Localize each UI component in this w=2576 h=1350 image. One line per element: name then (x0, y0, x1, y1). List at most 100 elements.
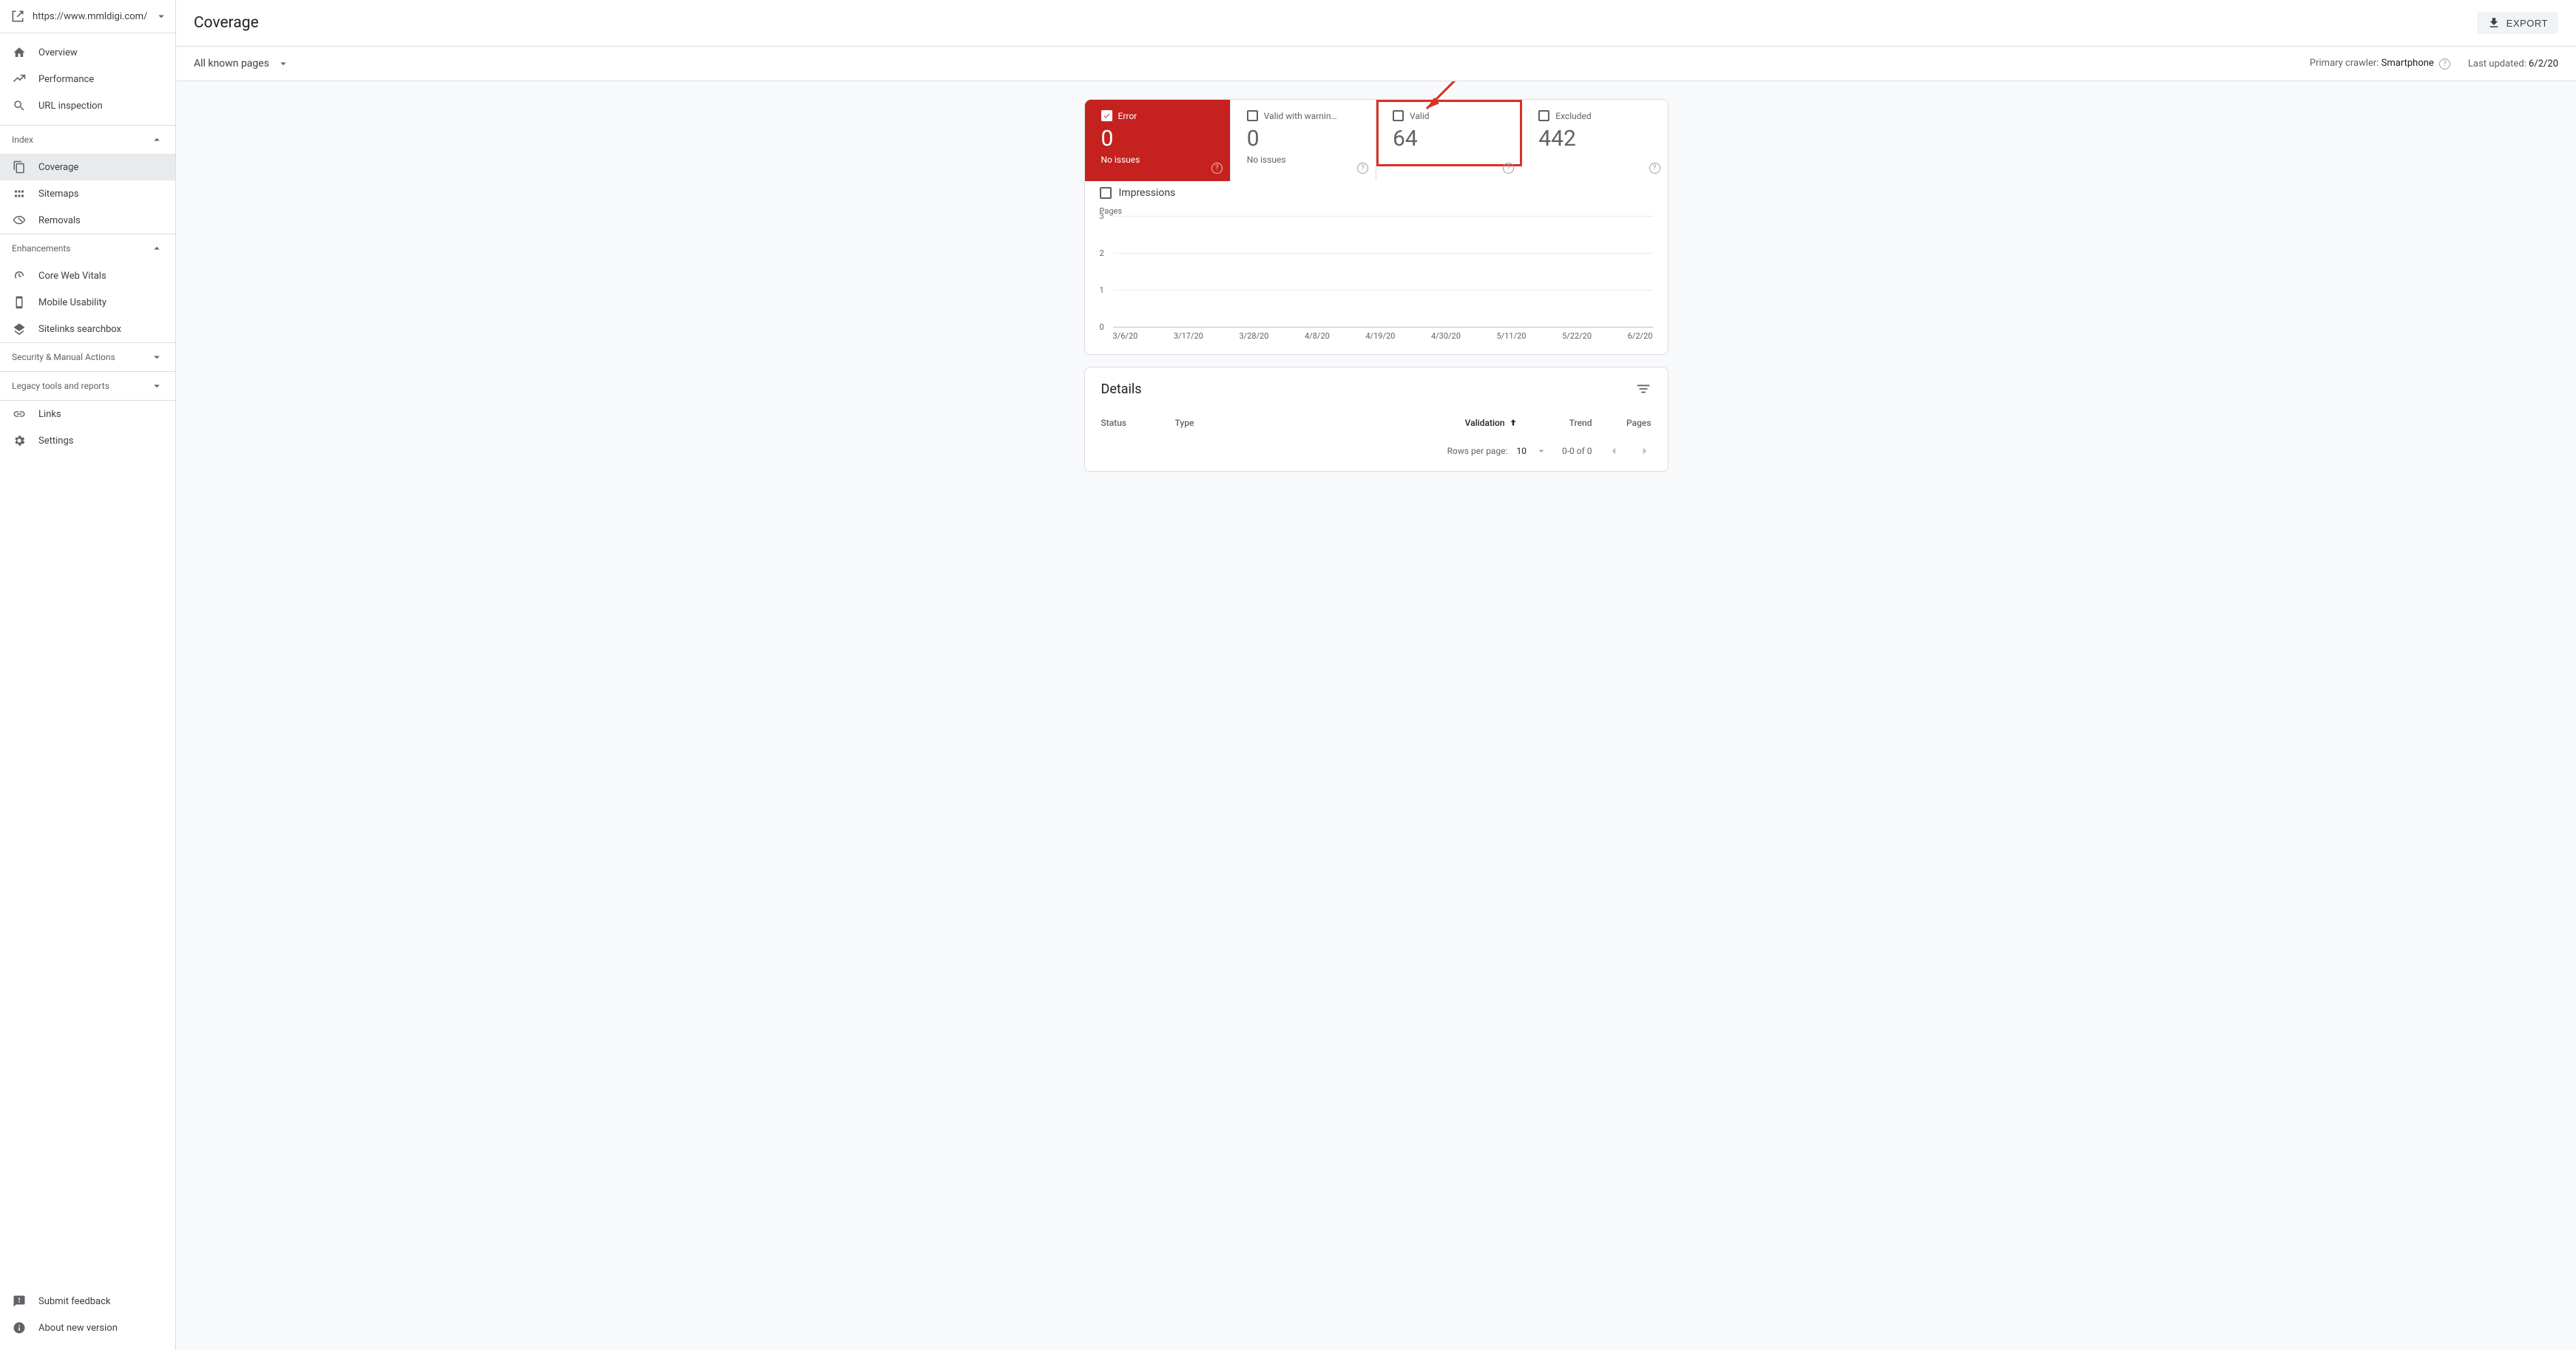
content: Error 0 No issues ? Valid with warnin… 0 (176, 81, 2576, 1350)
nav-overview[interactable]: Overview (0, 39, 175, 66)
sitemap-icon (12, 186, 27, 201)
help-icon[interactable]: ? (2439, 58, 2450, 69)
feedback-icon (12, 1294, 27, 1309)
chart-section: Impressions Pages 3 2 1 0 3/6/20 (1085, 181, 1668, 354)
col-trend[interactable]: Trend (1518, 418, 1592, 428)
sort-up-icon (1508, 418, 1518, 428)
nav-label: Settings (38, 435, 73, 447)
help-icon[interactable]: ? (1357, 163, 1368, 174)
pages-icon (12, 160, 27, 174)
nav-mobile-usability[interactable]: Mobile Usability (0, 289, 175, 316)
impressions-label: Impressions (1119, 187, 1176, 199)
details-title: Details (1101, 381, 1142, 397)
pages-filter[interactable]: All known pages (194, 57, 290, 70)
tab-sub: No issues (1101, 155, 1218, 165)
trending-icon (12, 72, 27, 87)
phone-icon (12, 295, 27, 310)
nav-section-legacy[interactable]: Legacy tools and reports (0, 371, 175, 400)
export-button[interactable]: EXPORT (2477, 12, 2558, 34)
last-updated: Last updated: 6/2/20 (2468, 58, 2558, 69)
chevron-down-icon (150, 350, 163, 364)
nav-about-new-version[interactable]: About new version (0, 1315, 175, 1341)
filter-icon[interactable] (1635, 381, 1652, 397)
speed-icon (12, 268, 27, 283)
nav-section-enhancements[interactable]: Enhancements (0, 234, 175, 262)
filter-bar: All known pages Primary crawler: Smartph… (176, 47, 2576, 81)
tab-valid[interactable]: Valid 64 ? (1376, 100, 1522, 166)
site-url: https://www.mmldigi.com/ (33, 11, 147, 22)
chevron-up-icon (150, 133, 163, 146)
chevron-down-icon (150, 379, 163, 393)
prev-page-button[interactable] (1607, 444, 1620, 458)
tab-error[interactable]: Error 0 No issues ? (1085, 100, 1231, 181)
tab-label: Valid (1410, 111, 1430, 121)
nav-label: URL inspection (38, 101, 103, 112)
section-title: Enhancements (12, 243, 71, 254)
next-page-button[interactable] (1638, 444, 1652, 458)
filter-meta: Primary crawler: Smartphone ? Last updat… (2310, 58, 2558, 69)
tab-excluded[interactable]: Excluded 442 ? (1522, 100, 1667, 181)
tab-value: 64 (1393, 126, 1510, 152)
nav-performance[interactable]: Performance (0, 66, 175, 92)
checkbox-icon (1247, 110, 1258, 121)
nav-coverage[interactable]: Coverage (0, 154, 175, 180)
sidebar: https://www.mmldigi.com/ Overview Perfor… (0, 0, 176, 1350)
rows-per-page[interactable]: Rows per page: 10 (1447, 445, 1547, 457)
info-icon (12, 1320, 27, 1335)
help-icon[interactable]: ? (1211, 163, 1223, 174)
visibility-off-icon (12, 213, 27, 228)
coverage-card: Error 0 No issues ? Valid with warnin… 0 (1084, 99, 1669, 355)
nav-sitemaps[interactable]: Sitemaps (0, 180, 175, 207)
section-title: Index (12, 135, 33, 145)
property-selector[interactable]: https://www.mmldigi.com/ (0, 0, 175, 33)
nav-label: Links (38, 409, 61, 420)
tab-label: Error (1118, 111, 1137, 121)
nav-section-security[interactable]: Security & Manual Actions (0, 342, 175, 371)
help-icon[interactable]: ? (1649, 163, 1660, 174)
layers-icon (12, 322, 27, 336)
col-validation[interactable]: Validation (1430, 418, 1518, 428)
tab-label: Excluded (1555, 111, 1591, 121)
nav-section-index[interactable]: Index (0, 125, 175, 154)
chevron-up-icon (150, 242, 163, 255)
col-status[interactable]: Status (1101, 418, 1175, 428)
download-icon (2487, 16, 2501, 30)
nav-label: Overview (38, 47, 78, 58)
help-icon[interactable]: ? (1503, 163, 1514, 174)
nav-url-inspection[interactable]: URL inspection (0, 92, 175, 119)
chart-ylabel: Pages (1100, 206, 1653, 216)
col-pages[interactable]: Pages (1592, 418, 1652, 428)
tab-value: 0 (1101, 126, 1218, 152)
status-tabs: Error 0 No issues ? Valid with warnin… 0 (1085, 100, 1668, 181)
nav-label: Performance (38, 74, 94, 85)
nav-submit-feedback[interactable]: Submit feedback (0, 1288, 175, 1315)
tab-label: Valid with warnin… (1264, 111, 1337, 121)
nav-label: Core Web Vitals (38, 271, 107, 282)
nav-settings[interactable]: Settings (0, 427, 175, 454)
tab-valid-warnings[interactable]: Valid with warnin… 0 No issues ? (1231, 100, 1376, 181)
checkbox-checked-icon (1101, 110, 1112, 121)
nav-label: Submit feedback (38, 1296, 110, 1307)
nav-label: About new version (38, 1323, 118, 1334)
section-title: Legacy tools and reports (12, 381, 109, 391)
col-type[interactable]: Type (1175, 418, 1430, 428)
table-header: Status Type Validation Trend Pages (1101, 410, 1652, 435)
search-icon (12, 98, 27, 113)
nav-core-web-vitals[interactable]: Core Web Vitals (0, 262, 175, 289)
checkbox-icon (1538, 110, 1549, 121)
checkbox-icon (1100, 187, 1112, 199)
tab-sub: No issues (1247, 155, 1364, 165)
nav-links[interactable]: Links (0, 401, 175, 427)
export-label: EXPORT (2506, 18, 2548, 29)
tab-value: 442 (1538, 126, 1655, 152)
main-header: Coverage EXPORT (176, 0, 2576, 47)
nav-removals[interactable]: Removals (0, 207, 175, 234)
impressions-toggle[interactable]: Impressions (1100, 184, 1653, 206)
search-console-logo-icon (10, 9, 25, 24)
nav-sitelinks-searchbox[interactable]: Sitelinks searchbox (0, 316, 175, 342)
chevron-down-icon (1535, 445, 1547, 457)
nav-label: Removals (38, 215, 81, 226)
main: Coverage EXPORT All known pages Primary … (176, 0, 2576, 1350)
pagination-range: 0-0 of 0 (1562, 446, 1592, 456)
chart: Pages 3 2 1 0 3/6/20 3/17/20 3/28/20 (1100, 206, 1653, 341)
